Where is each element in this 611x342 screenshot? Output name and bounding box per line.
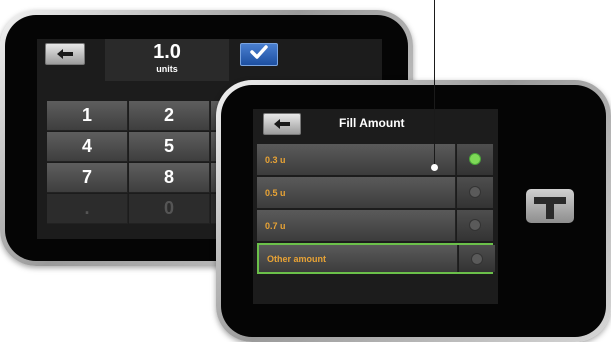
option-label: 0.5 u (265, 187, 286, 198)
option-0-5u[interactable]: 0.5 u (257, 177, 493, 208)
option-label: Other amount (267, 253, 327, 264)
option-other-amount[interactable]: Other amount (257, 243, 495, 274)
fill-amount-screen: Fill Amount 0.3 u 0.5 u 0.7 u Other amou… (253, 109, 498, 304)
back-arrow-icon (56, 48, 74, 60)
radio-unselected[interactable] (469, 186, 481, 198)
units-label: units (156, 64, 178, 74)
t-logo-icon (526, 189, 574, 223)
key-1[interactable]: 1 (47, 101, 128, 131)
back-button[interactable] (45, 43, 85, 65)
key-4[interactable]: 4 (47, 132, 128, 162)
option-label: 0.3 u (265, 154, 286, 165)
units-value-display: 1.0 units (105, 39, 229, 81)
back-button[interactable] (263, 113, 301, 135)
key-8[interactable]: 8 (129, 163, 210, 193)
key-2[interactable]: 2 (129, 101, 210, 131)
callout-dot (431, 164, 438, 171)
page-title: Fill Amount (339, 116, 405, 130)
back-arrow-icon (273, 118, 291, 130)
radio-unselected[interactable] (469, 219, 481, 231)
checkmark-icon (250, 45, 268, 64)
option-label: 0.7 u (265, 220, 286, 231)
key-5[interactable]: 5 (129, 132, 210, 162)
key-0[interactable]: 0 (129, 194, 210, 224)
option-0-7u[interactable]: 0.7 u (257, 210, 493, 241)
units-value: 1.0 (153, 41, 181, 63)
radio-unselected[interactable] (471, 253, 483, 265)
key-7[interactable]: 7 (47, 163, 128, 193)
radio-selected[interactable] (469, 153, 481, 165)
key-decimal[interactable]: . (47, 194, 128, 224)
confirm-button[interactable] (240, 43, 278, 66)
callout-line (434, 0, 435, 167)
option-0-3u[interactable]: 0.3 u (257, 144, 493, 175)
